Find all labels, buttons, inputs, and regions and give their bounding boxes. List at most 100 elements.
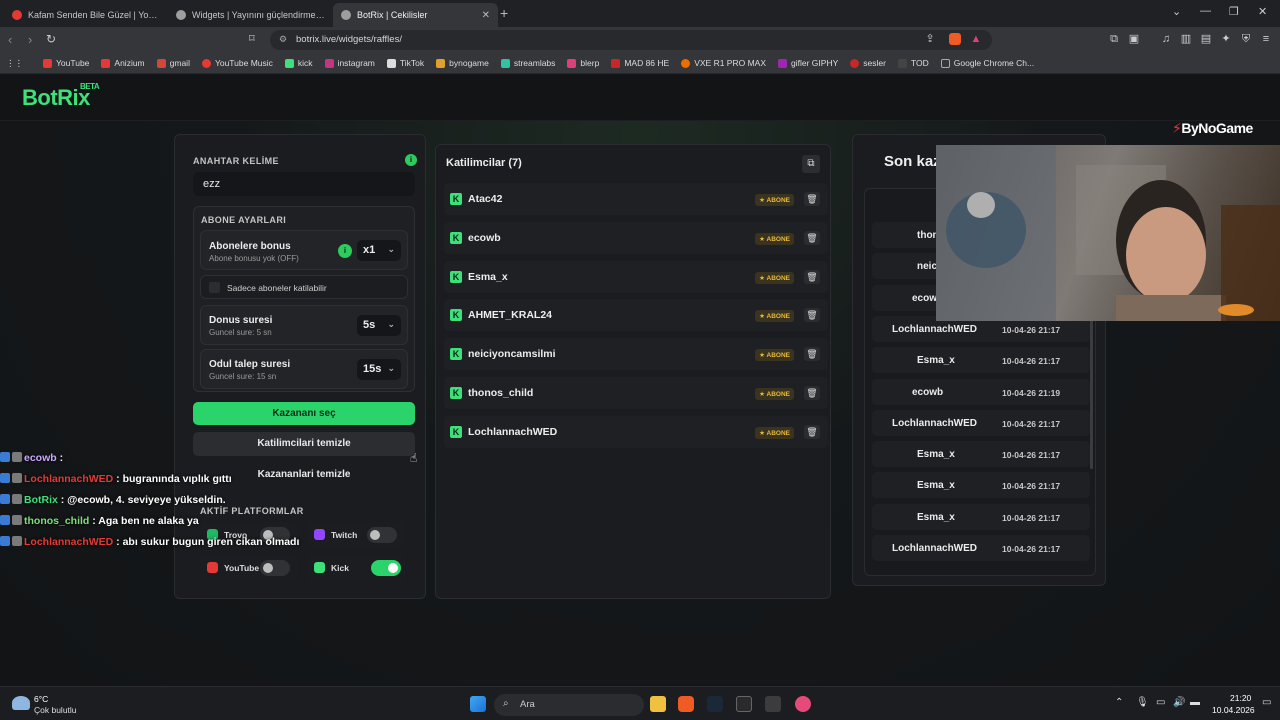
trash-icon[interactable]: 🗑 xyxy=(804,269,820,284)
trash-icon[interactable]: 🗑 xyxy=(804,347,820,362)
subscriber-badge-label: ABONE xyxy=(766,313,790,321)
clock-time[interactable]: 21:20 xyxy=(1230,693,1251,703)
file-explorer-icon[interactable] xyxy=(650,696,666,712)
url-field[interactable]: ⚙ botrix.live/widgets/raffles/ xyxy=(270,30,992,50)
only-subs-checkbox[interactable] xyxy=(209,282,220,293)
platforms-label: AKTİF PLATFORMLAR xyxy=(200,506,304,516)
close-window-icon[interactable]: ✕ xyxy=(1258,5,1267,18)
menu-icon[interactable]: ≡ xyxy=(1260,33,1272,45)
rewards-icon[interactable]: ▲ xyxy=(970,33,982,45)
bookmark-item[interactable]: Anizium xyxy=(95,58,150,68)
claim-time-select[interactable]: 15s ⌄ xyxy=(357,359,401,380)
keyword-input[interactable]: ezz xyxy=(193,172,415,196)
clear-participants-button[interactable]: Katilimcilari temizle xyxy=(193,432,415,456)
bookmark-item[interactable]: VXE R1 PRO MAX xyxy=(675,58,772,68)
info-icon[interactable]: i xyxy=(338,244,352,258)
badge-icon xyxy=(12,473,22,483)
bookmark-item[interactable]: gifler GIPHY xyxy=(772,58,844,68)
forward-icon[interactable]: › xyxy=(28,32,32,47)
brave-icon[interactable] xyxy=(678,696,694,712)
back-icon[interactable]: ‹ xyxy=(8,32,12,47)
tray-overflow-icon[interactable]: ⌃ xyxy=(1115,697,1123,708)
mic-icon[interactable]: 🎙 xyxy=(1136,697,1149,708)
bookmark-folder[interactable]: Google Chrome Ch... xyxy=(935,58,1040,68)
bookmark-item[interactable]: TikTok xyxy=(381,58,430,68)
epic-games-icon[interactable] xyxy=(736,696,752,712)
winner-name: ecow xyxy=(912,292,938,304)
only-subs-row[interactable]: Sadece aboneler katilabilir xyxy=(200,275,408,299)
trash-icon[interactable]: 🗑 xyxy=(804,308,820,323)
bookmark-item[interactable]: MAD 86 HE xyxy=(605,58,675,68)
chat-message: thonos_child : Aga ben ne alaka ya xyxy=(0,515,199,527)
badge-icon xyxy=(12,494,22,504)
bookmark-item[interactable]: YouTube xyxy=(37,58,95,68)
tab-list-icon[interactable]: ⌄ xyxy=(1172,5,1181,18)
taskbar-search[interactable]: ⌕ Ara xyxy=(494,694,644,716)
info-icon[interactable]: i xyxy=(405,154,417,166)
minimize-icon[interactable]: — xyxy=(1200,5,1211,17)
maximize-icon[interactable]: ❐ xyxy=(1229,5,1239,18)
network-icon[interactable]: ▭ xyxy=(1156,697,1165,708)
platform-twitch: Twitch xyxy=(307,522,405,548)
clock-date[interactable]: 10.04.2026 xyxy=(1212,705,1255,715)
share-icon[interactable]: ⇪ xyxy=(924,33,936,45)
badge-icon xyxy=(0,452,10,462)
instagram-icon xyxy=(324,58,334,68)
new-tab-button[interactable]: + xyxy=(500,5,508,21)
bookmark-item[interactable]: blerp xyxy=(561,58,605,68)
bookmark-item[interactable]: TOD xyxy=(892,58,935,68)
pick-winner-button[interactable]: Kazananı seç xyxy=(193,402,415,425)
copy-icon[interactable]: ⧉ xyxy=(802,155,820,173)
bookmark-item[interactable]: YouTube Music xyxy=(196,58,279,68)
tab-label: Kafam Senden Bile Güzel | YouTu xyxy=(28,10,161,20)
close-tab-icon[interactable]: ✕ xyxy=(482,10,490,21)
start-icon[interactable] xyxy=(470,696,486,712)
trash-icon[interactable]: 🗑 xyxy=(804,386,820,400)
apps-icon[interactable]: ⋮⋮ xyxy=(6,58,37,69)
bookmark-item[interactable]: bynogame xyxy=(430,58,495,68)
scrollbar[interactable] xyxy=(1090,319,1093,469)
trash-icon[interactable]: 🗑 xyxy=(804,192,820,206)
brave-shield-icon[interactable] xyxy=(949,33,961,45)
chevron-down-icon: ⌄ xyxy=(387,319,395,329)
winner-name: Esma_x xyxy=(917,511,955,523)
battery-icon[interactable]: ▬ xyxy=(1190,697,1200,708)
extensions-icon[interactable]: ⧉ xyxy=(1108,33,1120,45)
botrix-logo[interactable]: BotRix BETA xyxy=(22,82,100,111)
bookmark-item[interactable]: instagram xyxy=(319,58,381,68)
youtube-toggle[interactable] xyxy=(260,560,290,576)
bookmark-item[interactable]: kick xyxy=(279,58,319,68)
site-info-icon[interactable]: ⚙ xyxy=(279,34,287,45)
bookmark-item[interactable]: streamlabs xyxy=(495,58,562,68)
sub-bonus-select[interactable]: x1 ⌄ xyxy=(357,240,401,261)
winner-date: 10-04-26 21:17 xyxy=(1002,418,1061,429)
store-icon[interactable] xyxy=(765,696,781,712)
music-icon[interactable]: ♫ xyxy=(1160,33,1172,45)
wallet-icon[interactable]: ▤ xyxy=(1200,33,1212,45)
itunes-icon[interactable] xyxy=(795,696,811,712)
trash-icon[interactable]: 🗑 xyxy=(804,230,820,245)
tab-botrix[interactable]: BotRix | Cekilisler ✕ xyxy=(333,3,498,27)
bookmark-icon[interactable]: ⌑ xyxy=(249,32,255,45)
leo-icon[interactable]: ✦ xyxy=(1220,33,1232,45)
screenshot-icon[interactable]: ▣ xyxy=(1128,33,1140,45)
chat-text: : abı sukur bugun giren cikan olmadı xyxy=(113,536,300,548)
tab-youtube[interactable]: Kafam Senden Bile Güzel | YouTu xyxy=(4,3,169,27)
steam-icon[interactable] xyxy=(707,696,723,712)
tab-widgets[interactable]: Widgets | Yayınını güçlendirmek için xyxy=(168,3,333,27)
return-time-select[interactable]: 5s ⌄ xyxy=(357,315,401,336)
reload-icon[interactable]: ↻ xyxy=(46,32,56,46)
bookmark-item[interactable]: sesler xyxy=(844,58,892,68)
twitch-toggle[interactable] xyxy=(367,527,397,543)
vpn-icon[interactable]: ⛨ xyxy=(1240,33,1252,45)
bookmark-item[interactable]: gmail xyxy=(151,58,196,68)
platform-youtube: YouTube xyxy=(200,555,298,581)
participant-row: Kecowb ★ ABONE 🗑 xyxy=(444,221,828,254)
sidebar-icon[interactable]: ▥ xyxy=(1180,33,1192,45)
trash-icon[interactable]: 🗑 xyxy=(804,424,820,439)
kick-toggle[interactable] xyxy=(371,560,401,576)
notifications-icon[interactable]: ▭ xyxy=(1262,697,1271,708)
participants-title: Katilimcilar (7) xyxy=(446,157,522,169)
participant-name: LochlannachWED xyxy=(468,425,558,438)
volume-icon[interactable]: 🔊 xyxy=(1173,697,1185,708)
